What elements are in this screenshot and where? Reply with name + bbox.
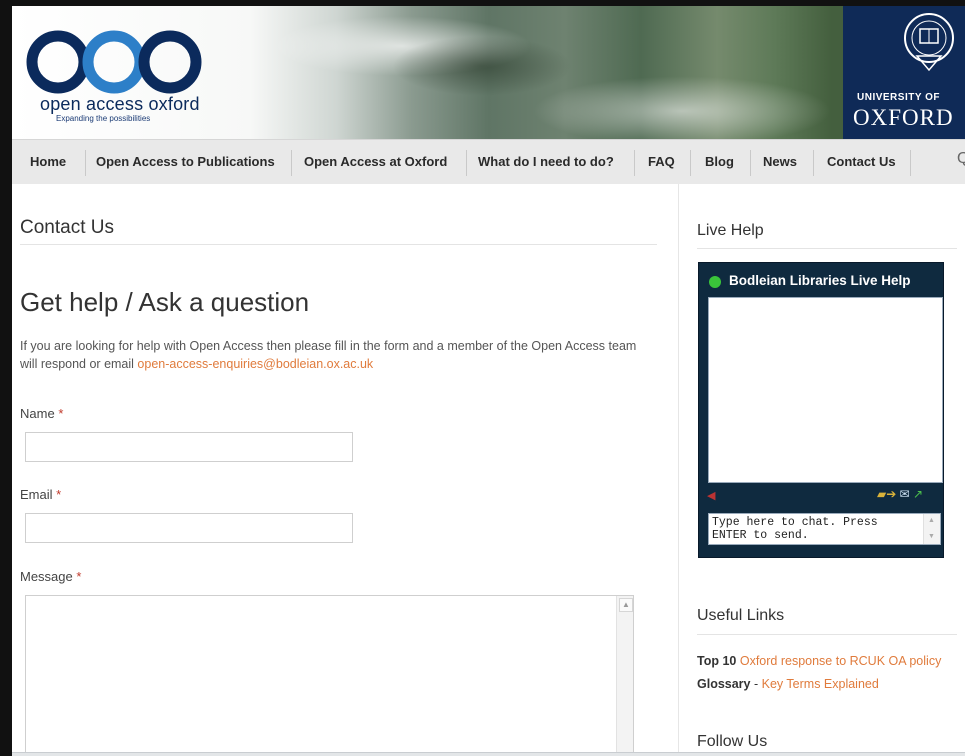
nav-open-access-at-oxford[interactable]: Open Access at Oxford [304,154,447,169]
sound-icon[interactable]: ◀ [707,489,715,502]
nav-news[interactable]: News [763,154,797,169]
required-mark: * [76,569,82,584]
required-mark: * [58,406,64,421]
chat-placeholder: Type here to chat. Press ENTER to send. [712,516,878,542]
follow-us-heading: Follow Us [697,733,768,750]
popout-icon[interactable]: ↗ [913,487,923,501]
nav-home[interactable]: Home [30,154,66,169]
nav-contact-us[interactable]: Contact Us [827,154,896,169]
form-heading: Get help / Ask a question [20,287,310,317]
oxford-brand[interactable]: UNIVERSITY OF OXFORD [843,6,965,139]
scroll-up-arrow-icon[interactable]: ▲ [926,516,937,526]
page: open access oxford Expanding the possibi… [12,6,965,756]
nav-what-do-i-need-to-do[interactable]: What do I need to do? [478,154,614,169]
oao-logo-mark [26,30,202,94]
scroll-up-arrow-icon[interactable]: ▲ [619,598,633,612]
search-icon[interactable]: Q [957,150,965,168]
message-label: Message * [20,569,82,584]
scroll-down-arrow-icon[interactable]: ▼ [926,532,937,542]
oxford-crest-icon [904,13,954,72]
nav-blog[interactable]: Blog [705,154,734,169]
main-nav: Home Open Access to Publications Open Ac… [12,139,965,184]
column-divider [678,184,679,756]
nav-faq[interactable]: FAQ [648,154,675,169]
chat-scrollbar[interactable]: ▲ ▼ [923,514,940,544]
nav-open-access-to-publications[interactable]: Open Access to Publications [96,154,275,169]
widget-title: Bodleian Libraries Live Help [729,273,911,288]
title-divider [20,244,657,245]
email-icon[interactable]: ✉ [900,487,910,501]
chat-transcript [708,297,943,483]
intro-text: If you are looking for help with Open Ac… [20,337,640,373]
university-of-text: UNIVERSITY OF [857,92,940,103]
horizontal-scrollbar[interactable] [12,752,965,756]
key-terms-link[interactable]: Key Terms Explained [762,677,879,691]
chat-input[interactable]: Type here to chat. Press ENTER to send. … [708,513,941,545]
chat-tools: ▰➔ ✉ ↗ [877,487,923,501]
email-field[interactable] [25,513,353,543]
useful-link-top10: Top 10 Oxford response to RCUK OA policy [697,654,942,668]
online-status-icon [709,276,721,288]
useful-links-heading: Useful Links [697,607,785,624]
logo-text: open access oxford [40,94,200,114]
useful-link-glossary: Glossary - Key Terms Explained [697,677,879,691]
page-title: Contact Us [20,217,114,238]
message-field[interactable]: ▲ [25,595,634,756]
message-scrollbar[interactable]: ▲ [616,596,633,756]
email-label: Email * [20,487,62,502]
live-help-heading: Live Help [697,222,764,239]
name-field[interactable] [25,432,353,462]
transfer-icon[interactable]: ▰➔ [877,487,896,501]
rcuk-policy-link[interactable]: Oxford response to RCUK OA policy [740,654,941,668]
required-mark: * [56,487,62,502]
name-label: Name * [20,406,64,421]
site-header: open access oxford Expanding the possibi… [12,6,965,139]
oao-logo[interactable]: open access oxford Expanding the possibi… [26,26,246,136]
live-help-widget: Bodleian Libraries Live Help ◀ ▰➔ ✉ ↗ Ty… [698,262,944,558]
oxford-text: OXFORD [853,105,954,130]
email-link[interactable]: open-access-enquiries@bodleian.ox.ac.uk [137,357,373,371]
logo-tagline: Expanding the possibilities [56,114,151,123]
